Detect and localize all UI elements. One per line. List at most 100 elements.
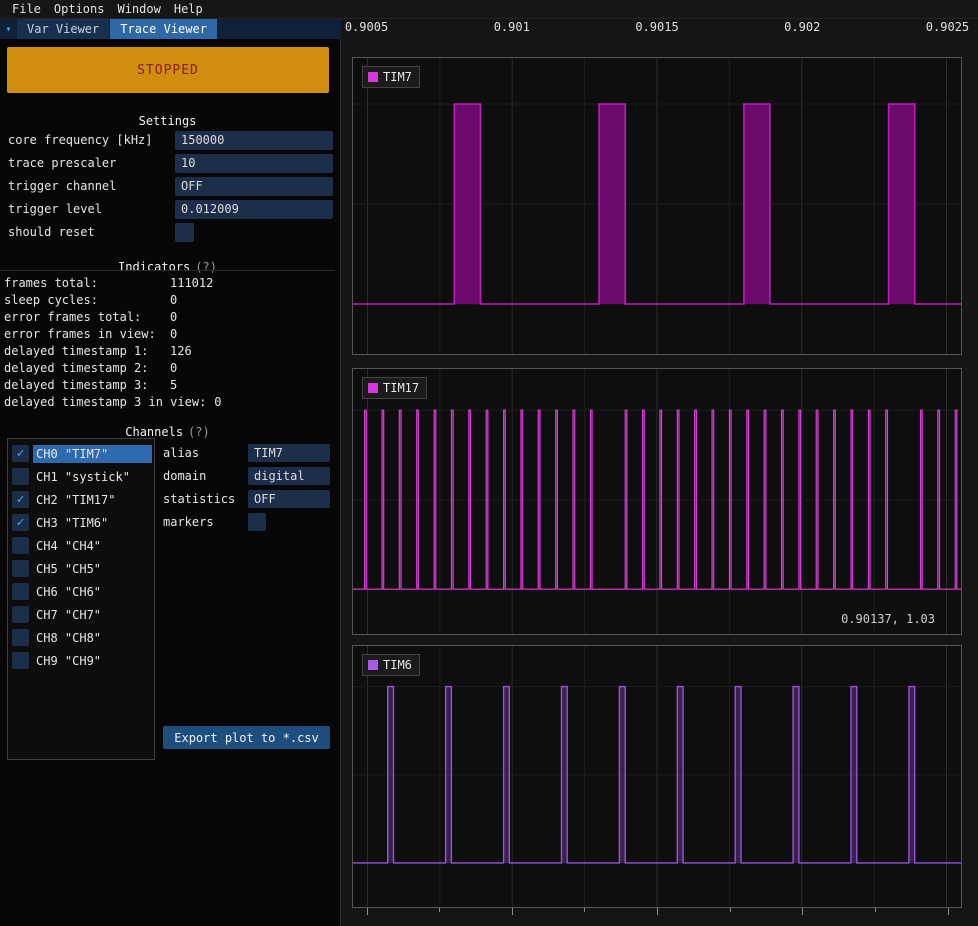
channel-checkbox[interactable]: ✓ [12,537,29,554]
tab-bar: ▾ Var Viewer Trace Viewer [0,19,341,39]
channel-label[interactable]: CH1 "systick" [33,468,152,486]
indicator-label: delayed timestamp 3 in view: [4,395,214,409]
channel-row[interactable]: ✓CH7 "CH7" [8,603,154,626]
channel-label[interactable]: CH6 "CH6" [33,583,152,601]
plot-legend[interactable]: TIM6 [362,654,420,676]
menu-bar: File Options Window Help [0,0,978,19]
separator [0,270,335,271]
channel-row[interactable]: ✓ CH3 "TIM6" [8,511,154,534]
indicator-label: sleep cycles: [4,293,170,307]
channel-row[interactable]: ✓CH1 "systick" [8,465,154,488]
indicator-value: 0 [170,327,177,341]
trigger-level-input[interactable] [175,200,333,219]
help-icon: (?) [188,425,210,439]
x-axis-ticks [341,908,978,918]
trigger-channel-combo[interactable]: OFF [175,177,333,196]
collapse-arrow-icon[interactable]: ▾ [0,19,17,39]
indicator-value: 111012 [170,276,213,290]
plot-legend[interactable]: TIM7 [362,66,420,88]
trace-prescaler-input[interactable] [175,154,333,173]
control-sidebar: STOPPED Settings core frequency [kHz] tr… [0,39,341,926]
settings-header: Settings [0,114,335,128]
channel-list: ✓CH0 "TIM7" ✓CH1 "systick" ✓CH2 "TIM17" … [7,438,155,760]
help-icon: (?) [195,260,217,274]
x-axis-tick-label: 0.9025 [926,20,969,34]
channel-checkbox[interactable]: ✓ [12,629,29,646]
should-reset-checkbox[interactable]: ✓ [175,223,194,242]
channel-label[interactable]: CH2 "TIM17" [33,491,152,509]
channel-row[interactable]: ✓CH6 "CH6" [8,580,154,603]
channel-label[interactable]: CH8 "CH8" [33,629,152,647]
x-axis-tick-label: 0.902 [784,20,820,34]
cursor-position-readout: 0.90137, 1.03 [841,612,935,626]
check-icon: ✓ [17,446,25,461]
channel-checkbox[interactable]: ✓ [12,652,29,669]
channel-checkbox[interactable]: ✓ [12,583,29,600]
statistics-combo[interactable]: OFF [248,490,330,508]
x-axis-tick [367,908,368,915]
channel-checkbox[interactable]: ✓ [12,606,29,623]
x-axis-tick-label: 0.901 [494,20,530,34]
menu-options[interactable]: Options [54,2,105,16]
channel-label[interactable]: CH9 "CH9" [33,652,152,670]
legend-label: TIM17 [383,381,419,395]
x-axis-tick-label: 0.9005 [345,20,388,34]
channel-checkbox[interactable]: ✓ [12,514,29,531]
waveform-tim7 [353,58,961,354]
plot-tim6[interactable]: TIM6 [352,645,962,908]
indicator-label: delayed timestamp 3: [4,378,170,392]
plot-tim7[interactable]: TIM7 [352,57,962,355]
channel-label[interactable]: CH4 "CH4" [33,537,152,555]
channel-label[interactable]: CH7 "CH7" [33,606,152,624]
indicator-value: 0 [214,395,221,409]
channel-label[interactable]: CH5 "CH5" [33,560,152,578]
core-frequency-input[interactable] [175,131,333,150]
channel-row[interactable]: ✓CH8 "CH8" [8,626,154,649]
legend-label: TIM6 [383,658,412,672]
menu-window[interactable]: Window [117,2,160,16]
indicator-value: 0 [170,293,177,307]
indicator-value: 126 [170,344,192,358]
trigger-channel-label: trigger channel [8,179,175,193]
acquisition-state-button[interactable]: STOPPED [7,47,329,93]
menu-help[interactable]: Help [174,2,203,16]
legend-swatch-icon [368,660,378,670]
trace-prescaler-label: trace prescaler [8,156,175,170]
plot-tim17[interactable]: TIM17 0.90137, 1.03 [352,368,962,635]
trigger-level-label: trigger level [8,202,175,216]
plot-legend[interactable]: TIM17 [362,377,427,399]
indicator-label: delayed timestamp 1: [4,344,170,358]
check-icon: ✓ [17,492,25,507]
channel-label[interactable]: CH0 "TIM7" [33,445,152,463]
indicator-value: 5 [170,378,177,392]
channel-row[interactable]: ✓CH9 "CH9" [8,649,154,672]
channel-row[interactable]: ✓ CH0 "TIM7" [8,442,154,465]
channel-checkbox[interactable]: ✓ [12,491,29,508]
channel-checkbox[interactable]: ✓ [12,445,29,462]
indicator-label: error frames total: [4,310,170,324]
tab-trace-viewer[interactable]: Trace Viewer [110,19,217,39]
x-axis-tick-labels: 0.9005 0.901 0.9015 0.902 0.9025 [341,20,978,34]
menu-file[interactable]: File [12,2,41,16]
plot-panel: 0.9005 0.901 0.9015 0.902 0.9025 TIM7 TIM17 … [341,19,978,926]
x-axis-tick [802,908,803,915]
channel-row[interactable]: ✓CH5 "CH5" [8,557,154,580]
legend-label: TIM7 [383,70,412,84]
export-csv-button[interactable]: Export plot to *.csv [163,726,330,749]
channel-checkbox[interactable]: ✓ [12,560,29,577]
channel-label[interactable]: CH3 "TIM6" [33,514,152,532]
x-axis-tick [584,908,585,912]
tab-var-viewer[interactable]: Var Viewer [17,19,109,39]
core-frequency-label: core frequency [kHz] [8,133,175,147]
markers-checkbox[interactable]: ✓ [248,513,266,531]
alias-input[interactable] [248,444,330,462]
x-axis-tick-label: 0.9015 [635,20,678,34]
domain-input[interactable] [248,467,330,485]
markers-label: markers [163,515,248,529]
channel-row[interactable]: ✓CH4 "CH4" [8,534,154,557]
channel-row[interactable]: ✓ CH2 "TIM17" [8,488,154,511]
check-icon: ✓ [17,515,25,530]
indicator-label: frames total: [4,276,170,290]
channel-checkbox[interactable]: ✓ [12,468,29,485]
should-reset-label: should reset [8,225,175,239]
